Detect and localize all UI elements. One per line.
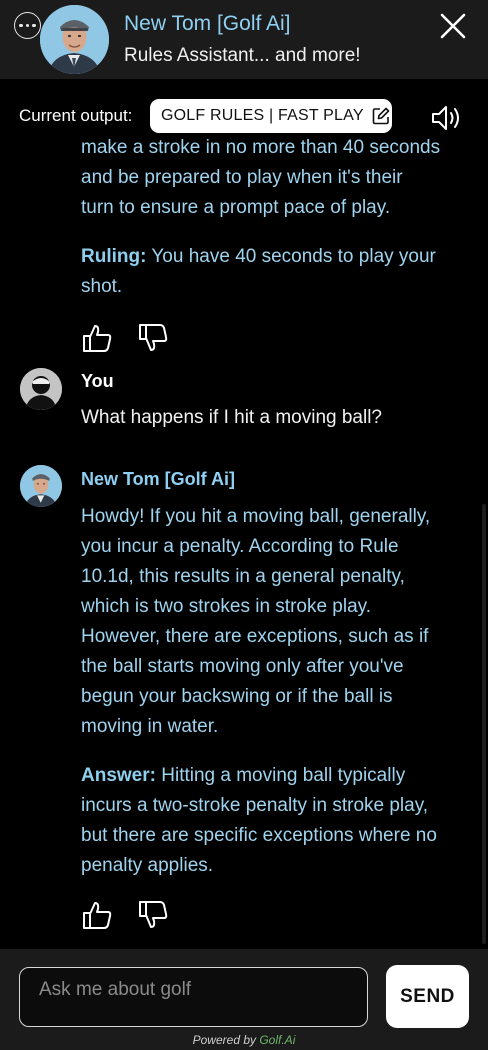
thumbs-down-icon[interactable]: [137, 899, 169, 931]
message-line: begun your backswing or if the ball is: [81, 686, 393, 707]
answer-summary: Answer: Hitting a moving ball typically …: [81, 761, 461, 881]
message-line: Answer: Hitting a moving ball typically: [81, 761, 461, 791]
user-name: You: [81, 371, 114, 391]
edit-icon: [372, 107, 390, 125]
summary-text: Hitting a moving ball typically: [161, 765, 406, 786]
message-line: and be prepared to play when it's their: [81, 167, 403, 188]
message-line: which is two strokes in stroke play.: [81, 596, 372, 617]
output-mode-bar: Current output: GOLF RULES | FAST PLAY: [0, 97, 488, 137]
summary-label: Ruling:: [81, 246, 147, 267]
assistant-message-text: Howdy! If you hit a moving ball, general…: [81, 502, 461, 742]
powered-by-label: Powered by: [192, 1033, 256, 1047]
ruling-summary: Ruling: You have 40 seconds to play your…: [81, 242, 461, 302]
composer: SEND Powered by Golf.Ai: [0, 949, 488, 1050]
dot-icon: [25, 23, 30, 28]
more-options-button[interactable]: [14, 12, 41, 39]
message-line: the ball starts moving only after you've: [81, 656, 404, 677]
speaker-icon[interactable]: [431, 103, 463, 133]
assistant-avatar-small: [20, 465, 62, 507]
chat-transcript[interactable]: make a stroke in no more than 40 seconds…: [0, 79, 488, 949]
dot-icon: [19, 23, 23, 28]
message-line: Howdy! If you hit a moving ball, general…: [81, 506, 431, 527]
chat-header: New Tom [Golf Ai] Rules Assistant... and…: [0, 0, 488, 79]
send-button[interactable]: SEND: [386, 965, 469, 1028]
thumbs-up-icon[interactable]: [81, 899, 113, 931]
assistant-avatar: [40, 5, 109, 74]
user-icon: [20, 368, 62, 410]
thumbs-up-icon[interactable]: [81, 322, 113, 354]
brand-link[interactable]: Golf.Ai: [259, 1033, 295, 1047]
golfer-portrait-icon: [20, 465, 62, 507]
assistant-name: New Tom [Golf Ai]: [81, 469, 235, 489]
header-title: New Tom [Golf Ai]: [124, 12, 291, 35]
golfer-portrait-icon: [40, 5, 109, 74]
message-text: make a stroke in no more than 40 seconds…: [81, 133, 461, 223]
message-line: moving in water.: [81, 716, 219, 737]
output-mode-button[interactable]: GOLF RULES | FAST PLAY: [150, 99, 392, 133]
message-line: However, there are exceptions, such as i…: [81, 626, 429, 647]
message-line: penalty applies.: [81, 855, 214, 876]
thumbs-down-icon[interactable]: [137, 322, 169, 354]
close-icon[interactable]: [438, 11, 468, 41]
message-line: 10.1d, this results in a general penalty…: [81, 566, 405, 587]
message-line: you incur a penalty. According to Rule: [81, 536, 399, 557]
message-line: but there are specific exceptions where …: [81, 825, 437, 846]
user-avatar: [20, 368, 62, 410]
message-input[interactable]: [19, 967, 368, 1027]
powered-by: Powered by Golf.Ai: [0, 1033, 488, 1047]
dot-icon: [32, 23, 36, 28]
header-subtitle: Rules Assistant... and more!: [124, 45, 361, 66]
message-line: make a stroke in no more than 40 seconds: [81, 137, 441, 158]
output-mode-label: GOLF RULES | FAST PLAY: [161, 107, 364, 124]
output-label: Current output:: [19, 106, 133, 125]
user-message-text: What happens if I hit a moving ball?: [81, 407, 383, 428]
message-line: incurs a two-stroke penalty in stroke pl…: [81, 795, 429, 816]
message-line: turn to ensure a prompt pace of play.: [81, 197, 391, 218]
summary-label: Answer:: [81, 765, 156, 786]
chat-scrollbar[interactable]: [482, 504, 486, 944]
